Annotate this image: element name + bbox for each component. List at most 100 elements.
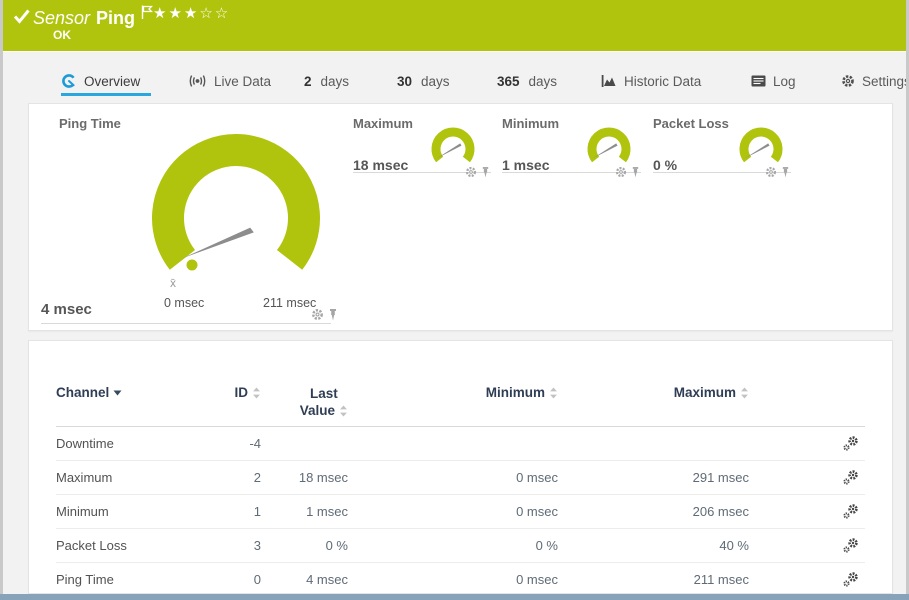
divider	[41, 323, 331, 324]
column-header-label: Last	[309, 386, 338, 401]
sort-arrows-icon	[340, 404, 347, 417]
tab-365-days[interactable]: 365 days	[497, 71, 557, 91]
sensor-type-label: Sensor	[33, 8, 91, 28]
channel-settings-icon[interactable]	[842, 435, 859, 452]
star-rating[interactable]: ★★★☆☆	[153, 4, 230, 22]
column-header-label: Channel	[56, 385, 110, 400]
log-icon	[751, 75, 766, 87]
column-header-label: Minimum	[485, 385, 545, 400]
sort-arrows-icon	[741, 386, 748, 399]
flag-icon[interactable]	[141, 5, 154, 20]
tab-number: 365	[497, 73, 520, 89]
sort-desc-icon	[113, 390, 122, 395]
table-row[interactable]: Maximum 2 18 msec 0 msec 291 msec	[56, 461, 865, 495]
channel-settings-icon[interactable]	[842, 571, 859, 588]
gauge-scale-min: 0 msec	[164, 296, 205, 310]
tab-settings[interactable]: Settings	[841, 71, 909, 91]
cell-minimum: 0 msec	[516, 470, 558, 485]
historic-data-icon	[601, 74, 617, 88]
mini-gauge-title: Minimum	[502, 116, 560, 131]
channel-settings-icon[interactable]	[842, 503, 859, 520]
gear-icon[interactable]	[465, 166, 477, 178]
table-row[interactable]: Minimum 1 1 msec 0 msec 206 msec	[56, 495, 865, 529]
cell-channel: Minimum	[56, 504, 109, 519]
pin-icon[interactable]	[631, 166, 640, 178]
gauge-icon	[61, 73, 77, 89]
column-header-label: ID	[234, 385, 249, 400]
bottom-status-bar	[0, 594, 909, 600]
tab-label: Historic Data	[624, 73, 702, 89]
cell-channel: Downtime	[56, 436, 114, 451]
sensor-header: Sensor Ping ★★★☆☆ OK	[3, 0, 906, 51]
channel-settings-icon[interactable]	[842, 537, 859, 554]
cell-minimum: 0 msec	[516, 572, 558, 587]
mini-gauge-title: Packet Loss	[653, 116, 729, 131]
tab-label: Log	[773, 73, 796, 89]
prtg-sensor-page: Sensor Ping ★★★☆☆ OK Overview Live Data 2…	[0, 0, 909, 600]
tab-number: 2	[304, 73, 312, 89]
table-row[interactable]: Ping Time 0 4 msec 0 msec 211 msec	[56, 563, 865, 596]
cell-channel: Packet Loss	[56, 538, 127, 553]
column-header-minimum[interactable]: Minimum	[348, 385, 558, 426]
cell-maximum: 40 %	[719, 538, 749, 553]
cell-id: 0	[253, 572, 261, 587]
cell-minimum: 0 msec	[516, 504, 558, 519]
cell-minimum: 0 %	[535, 538, 558, 553]
cell-channel: Maximum	[56, 470, 113, 485]
column-header-id[interactable]: ID	[206, 385, 261, 426]
gear-icon[interactable]	[311, 308, 324, 321]
column-header-channel[interactable]: Channel	[56, 385, 206, 426]
tab-label: days	[421, 73, 450, 89]
sort-arrows-icon	[253, 386, 260, 399]
window-border-left	[0, 0, 3, 600]
cell-maximum: 291 msec	[692, 470, 749, 485]
tab-log[interactable]: Log	[751, 71, 796, 91]
cell-last-value: 4 msec	[306, 572, 348, 587]
cell-id: 2	[253, 470, 261, 485]
table-row[interactable]: Downtime -4	[56, 427, 865, 461]
pin-icon[interactable]	[481, 166, 490, 178]
column-header-maximum[interactable]: Maximum	[558, 385, 749, 426]
live-data-icon	[188, 74, 207, 88]
page-title: Sensor Ping	[33, 5, 154, 29]
gauge-scale-max: 211 msec	[263, 296, 317, 310]
tab-label: Live Data	[214, 73, 272, 89]
main-gauge-value: 4 msec	[41, 301, 92, 318]
tab-2-days[interactable]: 2 days	[304, 71, 349, 91]
tab-label: days	[320, 73, 350, 89]
mini-gauge-value: 1 msec	[502, 157, 550, 173]
mini-gauge-tools	[465, 166, 490, 178]
mini-gauge-tools	[615, 166, 640, 178]
tab-label: days	[528, 73, 558, 89]
mini-gauge-value: 18 msec	[353, 157, 409, 173]
tab-historic-data[interactable]: Historic Data	[601, 71, 701, 91]
tab-label: Overview	[84, 73, 141, 89]
pin-icon[interactable]	[781, 166, 790, 178]
column-header-last-value[interactable]: Last Value	[261, 385, 348, 426]
column-header-label: Value	[299, 403, 335, 418]
tab-live-data[interactable]: Live Data	[188, 71, 271, 91]
mini-gauge-tools	[765, 166, 790, 178]
gear-icon[interactable]	[615, 166, 627, 178]
cell-last-value: 18 msec	[298, 470, 348, 485]
cell-maximum: 206 msec	[692, 504, 749, 519]
mini-gauge-value: 0 %	[653, 157, 678, 173]
cell-last-value: 0 %	[325, 538, 348, 553]
channel-settings-icon[interactable]	[842, 469, 859, 486]
cell-maximum: 211 msec	[693, 572, 749, 587]
pin-icon[interactable]	[328, 308, 338, 321]
status-check-icon	[13, 8, 31, 24]
tab-overview[interactable]: Overview	[61, 71, 140, 91]
tab-30-days[interactable]: 30 days	[397, 71, 450, 91]
channels-table: Channel ID Last Value Minimum Maximum Do…	[56, 341, 865, 596]
table-row[interactable]: Packet Loss 3 0 % 0 % 40 %	[56, 529, 865, 563]
main-gauge-title: Ping Time	[59, 116, 121, 131]
column-header-tools	[749, 385, 865, 426]
tab-number: 30	[397, 73, 413, 89]
cell-last-value: 1 msec	[306, 504, 348, 519]
gear-icon[interactable]	[765, 166, 777, 178]
column-header-label: Maximum	[673, 385, 736, 400]
tab-label: Settings	[862, 73, 909, 89]
mini-gauge-title: Maximum	[353, 116, 413, 131]
active-tab-underline	[61, 93, 151, 96]
